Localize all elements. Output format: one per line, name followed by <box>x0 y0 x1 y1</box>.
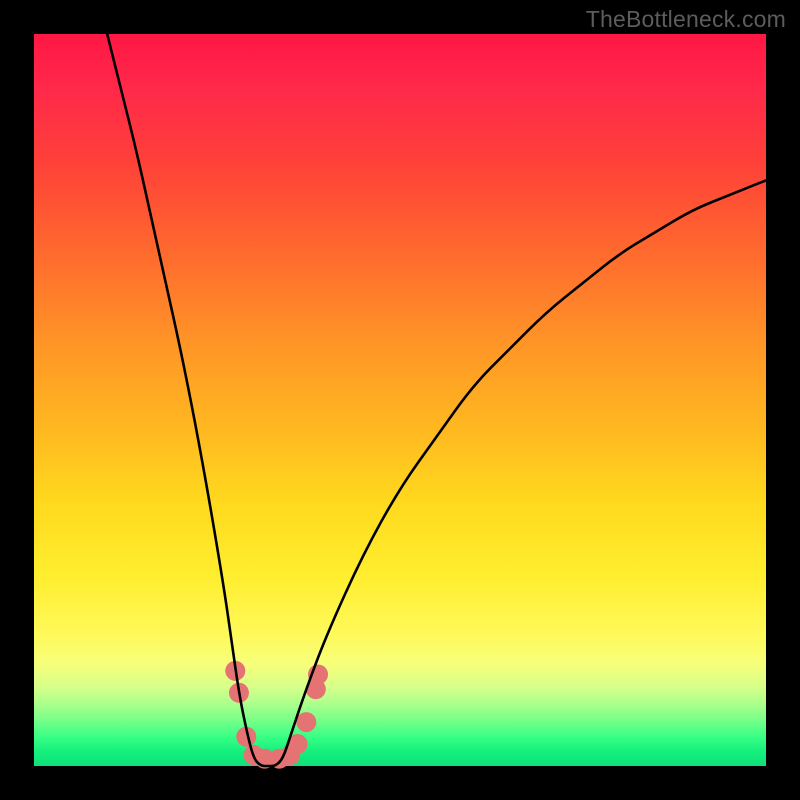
chart-svg <box>34 34 766 766</box>
bottleneck-curve <box>107 34 766 766</box>
plot-area <box>34 34 766 766</box>
chart-frame: TheBottleneck.com <box>0 0 800 800</box>
marker-dot <box>296 712 316 732</box>
marker-group <box>225 661 328 769</box>
watermark-text: TheBottleneck.com <box>586 6 786 33</box>
